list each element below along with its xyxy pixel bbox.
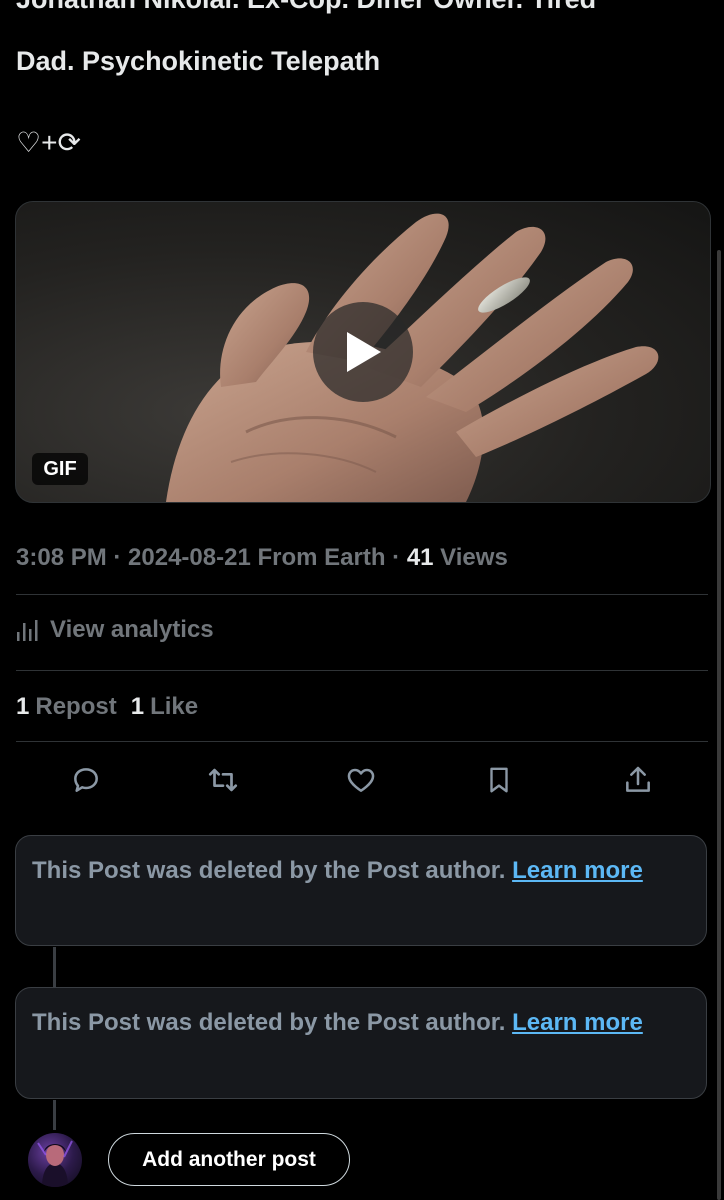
post-metadata: 3:08 PM · 2024-08-21 From Earth · 41 Vie… — [16, 540, 508, 576]
share-icon — [626, 766, 650, 792]
thread-connector — [53, 947, 56, 987]
reply-icon — [74, 768, 98, 792]
post-emoji-line: ♡+⟳ — [16, 127, 81, 158]
reposts-label[interactable]: Repost — [35, 693, 116, 721]
learn-more-link[interactable]: Learn more — [512, 857, 643, 884]
post-text-line-1: Jonathan Nikolai. Ex-Cop. Diner Owner. T… — [16, 0, 596, 20]
reply-button[interactable] — [66, 760, 106, 800]
deleted-post-text: This Post was deleted by the Post author… — [32, 1009, 513, 1036]
reposts-count[interactable]: 1 — [16, 693, 29, 721]
play-button[interactable] — [313, 302, 413, 402]
post-text-line-2: Dad. Psychokinetic Telepath — [16, 46, 381, 76]
divider — [16, 594, 708, 595]
gif-media[interactable]: GIF — [15, 201, 711, 503]
deleted-post-notice: This Post was deleted by the Post author… — [15, 987, 707, 1099]
meta-separator: · — [106, 544, 129, 571]
post-date[interactable]: 2024-08-21 — [128, 544, 251, 571]
divider — [16, 670, 708, 671]
view-analytics-link[interactable]: View analytics — [16, 612, 214, 648]
likes-count[interactable]: 1 — [131, 693, 144, 721]
gif-badge: GIF — [32, 453, 88, 485]
like-icon — [347, 768, 375, 792]
bookmark-button[interactable] — [479, 760, 519, 800]
avatar[interactable] — [28, 1133, 82, 1187]
add-another-post-button[interactable]: Add another post — [108, 1133, 350, 1186]
deleted-post-text: This Post was deleted by the Post author… — [32, 857, 513, 884]
likes-label[interactable]: Like — [150, 693, 198, 721]
post-time[interactable]: 3:08 PM — [16, 544, 107, 571]
view-analytics-label: View analytics — [50, 616, 214, 643]
analytics-bars-icon — [17, 620, 38, 641]
avatar-image — [37, 1140, 73, 1187]
learn-more-link[interactable]: Learn more — [512, 1009, 643, 1036]
meta-separator-2: · — [385, 544, 407, 571]
post-action-bar — [16, 760, 708, 800]
engagement-stats: 1 Repost 1 Like — [16, 689, 198, 725]
like-button[interactable] — [341, 760, 381, 800]
scrollbar[interactable] — [717, 250, 721, 1200]
share-button[interactable] — [618, 760, 658, 800]
bookmark-icon — [490, 767, 508, 793]
divider — [16, 741, 708, 742]
deleted-post-notice: This Post was deleted by the Post author… — [15, 835, 707, 946]
repost-button[interactable] — [203, 760, 243, 800]
views-count: 41 — [406, 544, 434, 571]
views-label: Views — [433, 544, 508, 571]
thread-connector — [53, 1100, 56, 1130]
play-icon — [347, 332, 381, 372]
repost-icon — [208, 768, 238, 792]
post-source: From Earth — [250, 544, 386, 571]
